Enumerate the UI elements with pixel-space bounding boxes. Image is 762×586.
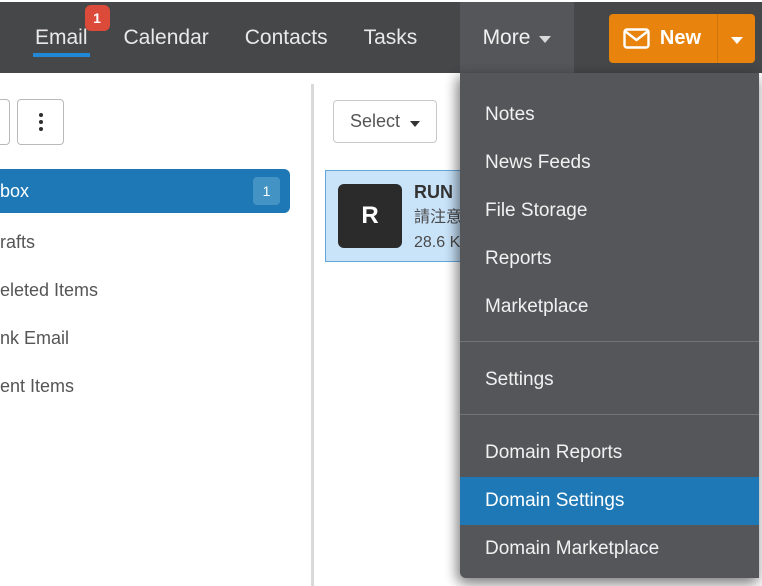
nav-tab-tasks-label: Tasks <box>364 26 418 49</box>
folder-toolbar-partial-button[interactable] <box>0 99 10 145</box>
more-dropdown-menu: Notes News Feeds File Storage Reports Ma… <box>460 73 759 578</box>
menu-item-domain-settings-label: Domain Settings <box>485 490 624 511</box>
menu-item-domain-marketplace[interactable]: Domain Marketplace <box>460 525 759 573</box>
menu-item-notes-label: Notes <box>485 104 535 125</box>
menu-divider <box>460 414 759 415</box>
menu-item-domain-settings[interactable]: Domain Settings <box>460 477 759 525</box>
menu-item-news-feeds[interactable]: News Feeds <box>460 139 759 187</box>
junk-email-label: Junk Email <box>0 328 69 349</box>
nav-tab-email-label: Email <box>35 26 88 49</box>
new-button[interactable]: New <box>609 14 717 63</box>
deleted-items-label: Deleted Items <box>0 280 98 301</box>
nav-tabs: Email 1 Calendar Contacts Tasks <box>35 2 453 73</box>
pane-divider[interactable] <box>311 84 314 586</box>
menu-divider <box>460 341 759 342</box>
menu-item-notes[interactable]: Notes <box>460 91 759 139</box>
sent-items-label: Sent Items <box>0 376 74 397</box>
nav-tab-contacts-label: Contacts <box>245 26 328 49</box>
nav-tab-more-label: More <box>483 26 531 50</box>
nav-tab-email[interactable]: Email 1 <box>35 26 88 50</box>
menu-item-news-feeds-label: News Feeds <box>485 152 591 173</box>
chevron-down-icon <box>539 36 551 43</box>
inbox-label: Inbox <box>0 181 29 202</box>
drafts-label: Drafts <box>0 232 35 253</box>
select-button[interactable]: Select <box>333 100 437 143</box>
nav-tab-calendar[interactable]: Calendar <box>124 26 209 50</box>
menu-item-reports-label: Reports <box>485 248 552 269</box>
menu-item-reports[interactable]: Reports <box>460 235 759 283</box>
folder-list: Drafts Deleted Items Junk Email Sent Ite… <box>0 218 300 410</box>
nav-tab-more[interactable]: More <box>460 2 574 73</box>
sidebar-item-deleted-items[interactable]: Deleted Items <box>0 266 300 314</box>
menu-item-marketplace[interactable]: Marketplace <box>460 283 759 331</box>
nav-tab-calendar-label: Calendar <box>124 26 209 49</box>
sender-avatar: R <box>338 184 402 248</box>
vertical-ellipsis-icon <box>39 113 43 131</box>
top-nav: Email 1 Calendar Contacts Tasks More New <box>0 2 762 73</box>
menu-item-domain-reports[interactable]: Domain Reports <box>460 429 759 477</box>
envelope-icon <box>623 28 650 49</box>
menu-item-settings-label: Settings <box>485 369 554 390</box>
nav-tab-tasks[interactable]: Tasks <box>364 26 418 50</box>
sidebar-item-sent-items[interactable]: Sent Items <box>0 362 300 410</box>
chevron-down-icon <box>731 37 743 44</box>
menu-item-settings[interactable]: Settings <box>460 356 759 404</box>
new-button-label: New <box>660 27 701 50</box>
inbox-unread-badge: 1 <box>253 177 280 205</box>
folder-actions-button[interactable] <box>17 99 64 145</box>
menu-item-file-storage-label: File Storage <box>485 200 587 221</box>
new-dropdown-toggle[interactable] <box>717 14 755 63</box>
select-button-label: Select <box>350 111 400 132</box>
menu-item-marketplace-label: Marketplace <box>485 296 589 317</box>
menu-item-domain-reports-label: Domain Reports <box>485 442 622 463</box>
sidebar-item-junk-email[interactable]: Junk Email <box>0 314 300 362</box>
menu-item-file-storage[interactable]: File Storage <box>460 187 759 235</box>
active-tab-underline <box>33 53 90 57</box>
email-unread-badge: 1 <box>85 5 110 31</box>
chevron-down-icon <box>410 121 420 127</box>
new-button-group: New <box>609 14 755 63</box>
sidebar-item-drafts[interactable]: Drafts <box>0 218 300 266</box>
nav-tab-contacts[interactable]: Contacts <box>245 26 328 50</box>
sidebar-item-inbox[interactable]: Inbox 1 <box>0 169 290 213</box>
menu-item-domain-marketplace-label: Domain Marketplace <box>485 538 659 559</box>
